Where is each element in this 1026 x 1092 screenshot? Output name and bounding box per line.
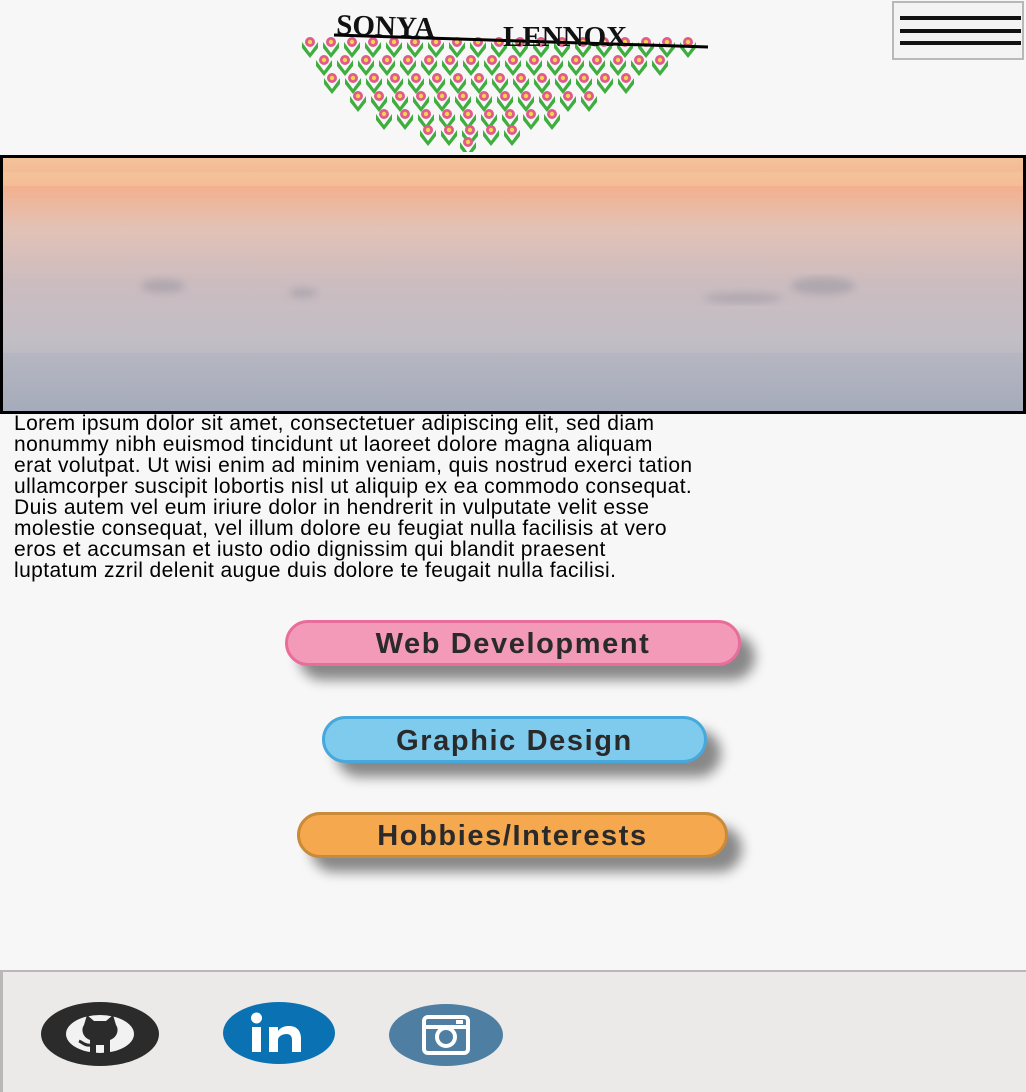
logo[interactable]: SONYA LENNOX — [298, 6, 728, 152]
flower-center — [434, 75, 440, 81]
flower-center — [423, 111, 429, 117]
flower-center — [636, 57, 642, 63]
flower-center — [552, 57, 558, 63]
flower-center — [657, 57, 663, 63]
flower-center — [544, 93, 550, 99]
flower-center — [405, 57, 411, 63]
flower-center — [531, 57, 537, 63]
flower-center — [488, 127, 494, 133]
flower-center — [321, 57, 327, 63]
flower-center — [510, 57, 516, 63]
flower-center — [342, 57, 348, 63]
misty-sunrise-landscape-icon — [3, 158, 1023, 411]
flower-center — [476, 75, 482, 81]
flower-center — [549, 111, 555, 117]
flower-center — [426, 57, 432, 63]
flower-center — [371, 75, 377, 81]
flower-center — [497, 75, 503, 81]
flower-center — [565, 93, 571, 99]
flower-center — [307, 39, 313, 45]
flower-center — [523, 93, 529, 99]
flower-center — [602, 75, 608, 81]
flower-center — [465, 111, 471, 117]
flower-center — [381, 111, 387, 117]
web-development-label: Web Development — [375, 628, 651, 660]
flower-center — [509, 127, 515, 133]
flower-center — [392, 75, 398, 81]
intro-text: Lorem ipsum dolor sit amet, consectetuer… — [14, 412, 693, 582]
flower-center — [528, 111, 534, 117]
flower-center — [623, 75, 629, 81]
site-footer — [0, 970, 1026, 1092]
flower-center — [384, 57, 390, 63]
flower-center — [586, 93, 592, 99]
github-icon[interactable] — [40, 1001, 160, 1067]
flower-center — [460, 93, 466, 99]
flower-center — [444, 111, 450, 117]
site-header: SONYA LENNOX — [0, 0, 1026, 155]
flower-center — [425, 127, 431, 133]
flower-center — [581, 75, 587, 81]
flower-center — [486, 111, 492, 117]
flower-center — [355, 93, 361, 99]
flower-center — [518, 75, 524, 81]
flower-garden-logo-icon: SONYA LENNOX — [302, 9, 709, 152]
web-development-button[interactable]: Web Development — [285, 620, 741, 666]
flower-center — [502, 93, 508, 99]
hobbies-interests-label: Hobbies/Interests — [377, 820, 648, 852]
flower-center — [664, 39, 670, 45]
flower-center — [376, 93, 382, 99]
flower-center — [363, 57, 369, 63]
flower-center — [481, 93, 487, 99]
flower-center — [467, 127, 473, 133]
flower-center — [507, 111, 513, 117]
flower-center — [329, 75, 335, 81]
flower-center — [397, 93, 403, 99]
flower-center — [447, 57, 453, 63]
flower-center — [573, 57, 579, 63]
linkedin-icon[interactable] — [222, 1001, 336, 1065]
flower-center — [685, 39, 691, 45]
flower-center — [560, 75, 566, 81]
flower-center — [328, 39, 334, 45]
flower-center — [446, 127, 452, 133]
flower-center — [468, 57, 474, 63]
flower-center — [413, 75, 419, 81]
flower-center — [402, 111, 408, 117]
logo-last-name: LENNOX — [503, 21, 627, 53]
hero-banner — [0, 155, 1026, 414]
flower-center — [439, 93, 445, 99]
flower-center — [465, 139, 471, 145]
flower-center — [594, 57, 600, 63]
menu-button[interactable] — [892, 1, 1024, 60]
hobbies-interests-button[interactable]: Hobbies/Interests — [297, 812, 728, 858]
flower-center — [489, 57, 495, 63]
instagram-icon[interactable] — [388, 1003, 504, 1067]
graphic-design-button[interactable]: Graphic Design — [322, 716, 707, 763]
flower-center — [418, 93, 424, 99]
logo-first-name: SONYA — [336, 9, 436, 44]
flower-center — [455, 75, 461, 81]
flower-center — [615, 57, 621, 63]
flower-center — [539, 75, 545, 81]
flower-center — [350, 75, 356, 81]
graphic-design-label: Graphic Design — [396, 725, 633, 757]
flower-field — [302, 37, 696, 152]
